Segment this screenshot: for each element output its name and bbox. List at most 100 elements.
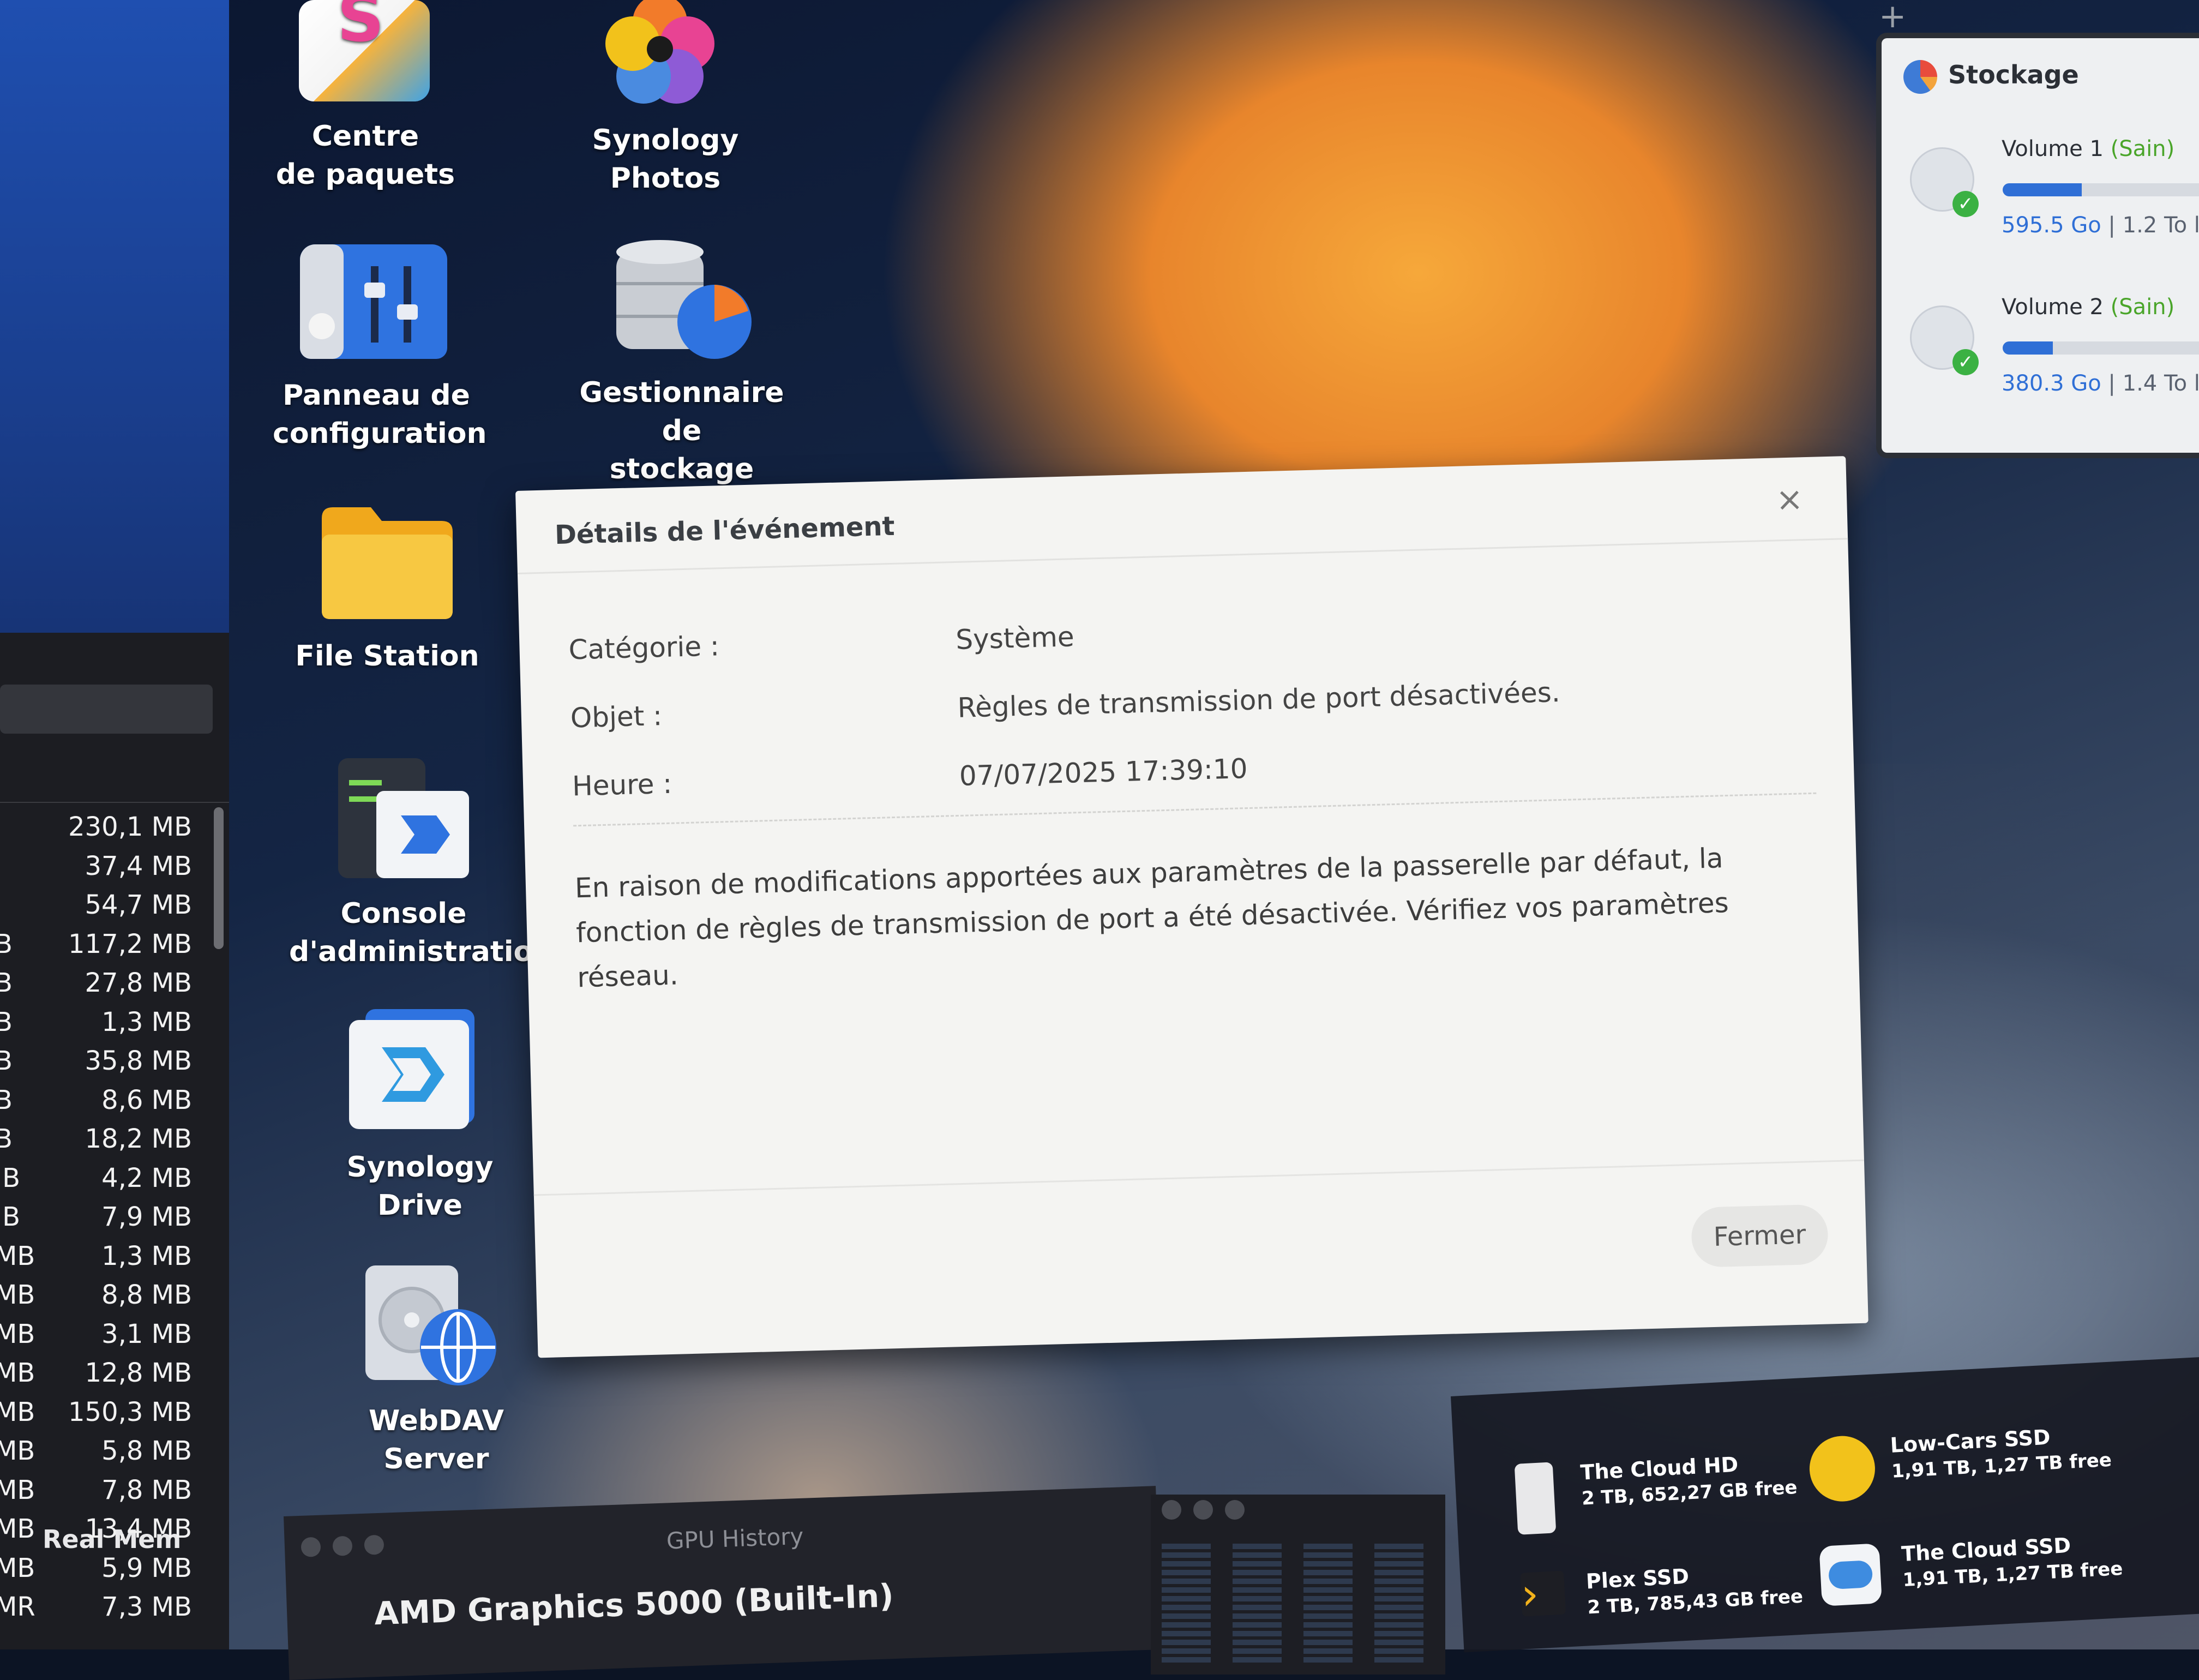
volume-name: Volume 2 (Sain)	[2002, 295, 2174, 320]
memory-row[interactable]: MR 7,3 MB	[0, 1587, 202, 1627]
volume-row[interactable]: ✓ Volume 2 (Sain) 380.3 Go | 1.4 To li	[1882, 295, 2199, 436]
memory-row-edge-text: MB	[0, 1552, 35, 1583]
volume-status: (Sain)	[2110, 136, 2175, 161]
category-field: Catégorie : Système	[519, 601, 1849, 665]
activity-table-header[interactable]: Real Mem	[0, 758, 229, 1554]
dialog-divider	[573, 792, 1817, 827]
memory-row-edge-text: B	[0, 1006, 13, 1037]
gpu-history-title: GPU History	[666, 1522, 804, 1555]
drive-name: The Cloud SSD	[1901, 1533, 2072, 1567]
memory-row-edge-text: MB	[0, 1474, 35, 1505]
memory-row-edge-text: MB	[0, 1396, 35, 1427]
storage-widget-title: Stockage	[1948, 60, 2079, 89]
memory-value: 150,3 MB	[68, 1396, 192, 1427]
memory-row[interactable]: B 8,6 MB	[0, 1081, 202, 1120]
drive-name: Low-Cars SSD	[1889, 1425, 2051, 1457]
time-label: Heure :	[572, 767, 672, 802]
volume-label: Volume 1	[2002, 136, 2104, 161]
time-value: 07/07/2025 17:39:10	[959, 753, 1248, 792]
car-drive-icon	[1807, 1434, 1877, 1503]
memory-row[interactable]: B 1,3 MB	[0, 1003, 202, 1042]
close-icon[interactable]: ×	[1770, 480, 1809, 519]
window-minimize-dot[interactable]	[1193, 1500, 1213, 1520]
memory-value: 27,8 MB	[85, 968, 192, 998]
memory-value: 1,3 MB	[101, 1240, 192, 1271]
memory-row[interactable]: B 35,8 MB	[0, 1041, 202, 1081]
drive-name: Plex SSD	[1585, 1564, 1690, 1594]
window-controls[interactable]	[1162, 1500, 1257, 1522]
window-close-dot[interactable]	[1162, 1500, 1181, 1520]
volume-used: 595.5 Go	[2002, 213, 2101, 238]
object-label: Objet :	[570, 700, 663, 734]
app-label: File Station	[295, 640, 479, 673]
close-button[interactable]: Fermer	[1691, 1204, 1829, 1268]
external-drive-icon	[1514, 1462, 1557, 1535]
volume-name: Volume 1 (Sain)	[2002, 136, 2174, 161]
synology-photos-icon	[605, 0, 714, 104]
memory-value: 7,9 MB	[101, 1202, 192, 1232]
app-label: Synology Photos	[592, 124, 739, 195]
memory-value: 7,3 MB	[101, 1592, 192, 1622]
memory-row-edge-text: B	[0, 1046, 13, 1076]
memory-row-edge-text: B	[0, 968, 13, 998]
window-controls[interactable]	[301, 1534, 396, 1559]
memory-row[interactable]: B 27,8 MB	[0, 963, 202, 1003]
volume-status: (Sain)	[2110, 295, 2175, 320]
volume-used: 380.3 Go	[2002, 371, 2101, 396]
window-minimize-dot[interactable]	[332, 1535, 353, 1556]
category-label: Catégorie :	[568, 630, 720, 666]
memory-row[interactable]: IB 7,9 MB	[0, 1197, 202, 1237]
memory-row[interactable]: MB 12,8 MB	[0, 1353, 202, 1393]
package-center-icon: S	[299, 0, 430, 101]
memory-value: 8,8 MB	[101, 1280, 192, 1310]
memory-row[interactable]: MB 150,3 MB	[0, 1393, 202, 1432]
drive-name: The Cloud HD	[1579, 1452, 1739, 1485]
memory-row[interactable]: 54,7 MB	[0, 885, 202, 925]
meter-bar	[1303, 1544, 1353, 1664]
memory-value: 5,9 MB	[101, 1552, 192, 1583]
plex-chevron-icon: ›	[1520, 1568, 1566, 1620]
memory-row[interactable]: MB 1,3 MB	[0, 1237, 202, 1276]
object-value: Règles de transmission de port désactivé…	[957, 676, 1561, 724]
memory-row-edge-text: MB	[0, 1280, 35, 1310]
gpu-name: AMD Graphics 5000 (Built-In)	[374, 1577, 894, 1633]
memory-row-edge-text: B	[0, 1124, 13, 1154]
meter-bar	[1374, 1544, 1423, 1664]
memory-row[interactable]: B 18,2 MB	[0, 1119, 202, 1159]
app-label: de paquets	[275, 158, 455, 191]
memory-row-edge-text: B	[0, 928, 13, 959]
memory-row[interactable]: 37,4 MB	[0, 847, 202, 886]
meter-bar	[1162, 1544, 1211, 1664]
memory-value: 3,1 MB	[101, 1318, 192, 1349]
memory-value: 117,2 MB	[68, 928, 192, 959]
memory-value: 18,2 MB	[85, 1124, 192, 1154]
memory-row[interactable]: MB 13,4 MB	[0, 1509, 202, 1549]
volume-free: | 1.4 To li	[2108, 371, 2199, 396]
activity-search-field[interactable]	[0, 685, 213, 734]
add-widget-button[interactable]: +	[1879, 0, 1906, 35]
memory-row[interactable]: MB 7,8 MB	[0, 1471, 202, 1510]
memory-value: 230,1 MB	[68, 812, 192, 842]
time-field: Heure : 07/07/2025 17:39:10	[522, 737, 1853, 802]
memory-row[interactable]: 230,1 MB	[0, 807, 202, 847]
window-zoom-dot[interactable]	[364, 1534, 384, 1555]
app-label: Gestionnaire de	[579, 376, 784, 447]
window-close-dot[interactable]	[301, 1537, 321, 1557]
memory-value: 35,8 MB	[85, 1046, 192, 1076]
meter-window	[1151, 1495, 1445, 1675]
memory-row[interactable]: IB 4,2 MB	[0, 1159, 202, 1198]
memory-row[interactable]: B 117,2 MB	[0, 925, 202, 964]
memory-row[interactable]: MB 3,1 MB	[0, 1315, 202, 1354]
memory-value: 4,2 MB	[101, 1162, 192, 1193]
memory-row[interactable]: MB 5,9 MB	[0, 1549, 202, 1588]
meter-bar	[1233, 1544, 1282, 1664]
memory-row[interactable]: MB 5,8 MB	[0, 1431, 202, 1471]
memory-row[interactable]: MB 8,8 MB	[0, 1275, 202, 1315]
volume-row[interactable]: ✓ Volume 1 (Sain) 595.5 Go | 1.2 To li	[1882, 136, 2199, 278]
volume-usage-text: 380.3 Go | 1.4 To li	[2002, 371, 2199, 396]
dialog-footer-divider	[533, 1159, 1865, 1196]
storage-pie-icon	[1903, 60, 1937, 94]
activity-scrollbar[interactable]	[214, 807, 224, 949]
window-zoom-dot[interactable]	[1225, 1500, 1245, 1520]
volume-usage-fill	[2003, 341, 2053, 355]
